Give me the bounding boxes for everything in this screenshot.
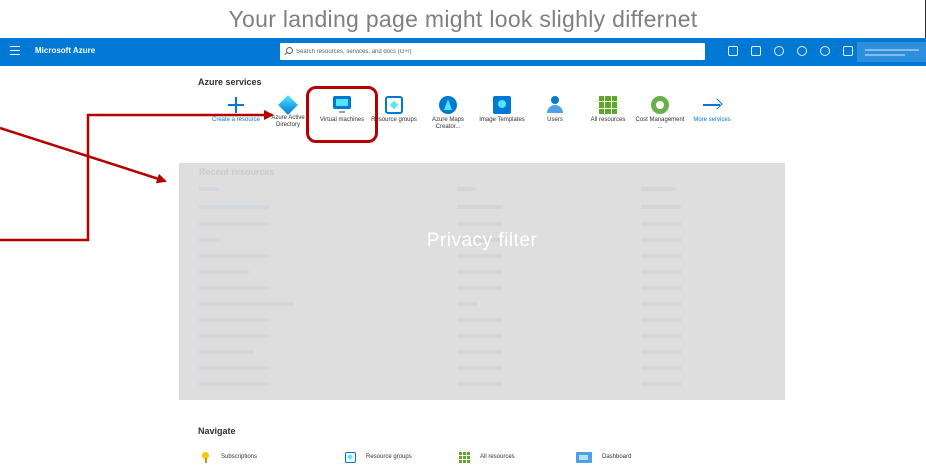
azure-services-title: Azure services [198,77,262,87]
service-cost-management[interactable]: Cost Management ... [634,96,686,131]
navigate-subscriptions[interactable]: Subscriptions [200,451,257,463]
cost-management-icon [651,96,669,114]
hamburger-menu-icon[interactable] [10,46,20,56]
service-more-services[interactable]: More services [686,96,738,124]
navigate-label: Subscriptions [221,454,258,460]
plus-icon [227,96,245,114]
recent-resources-title: Recent resources [199,167,275,177]
service-label: More services [693,117,731,123]
portal-brand[interactable]: Microsoft Azure [35,46,95,55]
portal-top-bar: Microsoft Azure [0,38,926,66]
service-label: All resources [590,117,626,123]
search-icon [286,47,293,54]
arrow-to-recent-resources [0,126,167,184]
search-input[interactable] [296,43,696,60]
resource-groups-icon [385,96,403,114]
navigate-label: All resources [480,454,515,460]
all-resources-icon [459,451,470,463]
arrow-right-icon [703,96,721,114]
navigate-label: Dashboard [602,454,632,460]
navigate-resource-groups[interactable]: Resource groups [345,451,412,463]
settings-icon[interactable] [797,46,807,56]
navigate-title: Navigate [198,426,236,436]
service-label: Users [547,117,563,123]
service-image-templates[interactable]: Image Templates [476,96,528,124]
users-icon [546,96,564,114]
service-label: Azure Maps Creator... [431,117,464,130]
azure-maps-icon [439,96,457,114]
service-label: Image Templates [479,117,525,123]
service-create-resource[interactable]: Create a resource [210,96,262,124]
resource-groups-icon [345,451,356,463]
dashboard-icon [576,451,592,463]
azure-active-directory-icon [278,95,298,115]
notifications-icon[interactable] [774,46,784,56]
service-all-resources[interactable]: All resources [582,96,634,124]
service-label: Create a resource [211,117,261,123]
cloud-shell-icon[interactable] [728,46,738,56]
slide-caption: Your landing page might look slighly dif… [228,6,698,32]
global-search[interactable] [280,43,705,60]
service-azure-maps-creator[interactable]: Azure Maps Creator... [422,96,474,131]
virtual-machines-highlight [306,86,378,143]
navigate-all-resources[interactable]: All resources [459,451,515,463]
account-info-blurred[interactable] [857,42,926,62]
caption-bar: Your landing page might look slighly dif… [0,0,926,38]
directory-filter-icon[interactable] [751,46,761,56]
navigate-dashboard[interactable]: Dashboard [576,451,631,463]
service-label: Cost Management ... [635,117,685,130]
image-templates-icon [493,96,511,114]
navigate-label: Resource groups [366,454,412,460]
top-bar-icons [728,46,853,56]
feedback-icon[interactable] [843,46,853,56]
privacy-filter-label: Privacy filter [426,230,538,251]
service-users[interactable]: Users [529,96,581,124]
help-icon[interactable] [820,46,830,56]
recent-resources-privacy-filter: Recent resources Privacy filter [179,163,785,400]
all-resources-icon [599,96,617,114]
key-icon [200,451,211,463]
